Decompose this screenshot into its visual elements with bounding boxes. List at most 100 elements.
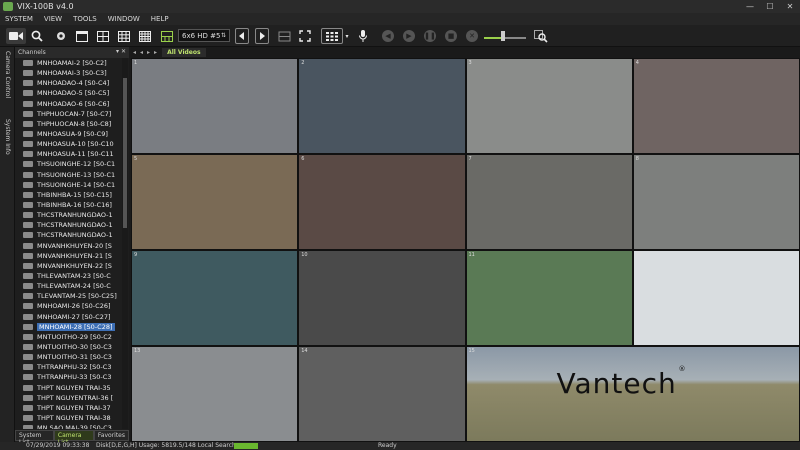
menu-view[interactable]: VIEW xyxy=(39,15,68,23)
channel-item[interactable]: MNHOAMI-27 [S0-C27] xyxy=(15,312,121,322)
video-cell[interactable]: 4 xyxy=(633,59,799,153)
channel-item[interactable]: THTRANPHU-33 [S0-C3 xyxy=(15,372,121,382)
tab-next-icon[interactable]: ▸ xyxy=(145,49,152,56)
camera-icon xyxy=(23,171,33,178)
panel-tab[interactable]: Camera List xyxy=(53,430,94,446)
channel-item[interactable]: MNVANHKHUYEN-21 [S xyxy=(15,251,121,261)
video-cell[interactable]: 13 xyxy=(132,347,298,441)
channel-item[interactable]: MNHOADAO-4 [S0-C4] xyxy=(15,78,121,88)
fullscreen-icon[interactable] xyxy=(297,28,313,44)
channel-scrollbar-thumb[interactable] xyxy=(123,78,127,228)
channel-item[interactable]: THCSTRANHUNGDAO-1 xyxy=(15,210,121,220)
tab-prev-icon[interactable]: ◂ xyxy=(138,49,145,56)
layout-custom-icon[interactable] xyxy=(159,28,175,44)
camera-icon xyxy=(23,384,33,391)
grid-options-caret-icon[interactable]: ▾ xyxy=(343,28,351,44)
channel-item[interactable]: THBINHBA-16 [S0-C16] xyxy=(15,200,121,210)
channel-item[interactable]: THSUOINGHE-14 [S0-C1 xyxy=(15,180,121,190)
panel-tab[interactable]: System List xyxy=(15,430,54,446)
menu-help[interactable]: HELP xyxy=(146,15,175,23)
playback-play-icon[interactable]: ▶ xyxy=(403,30,415,42)
layout-3x3-icon[interactable] xyxy=(116,28,132,44)
channel-item[interactable]: MNVANHKHUYEN-20 [S xyxy=(15,241,121,251)
layout-1x1-icon[interactable] xyxy=(74,28,90,44)
video-cell[interactable]: 5 xyxy=(132,155,298,249)
layout-2x2-icon[interactable] xyxy=(95,28,111,44)
menu-tools[interactable]: TOOLS xyxy=(68,15,103,23)
menu-system[interactable]: SYSTEM xyxy=(0,15,39,23)
channel-item[interactable]: MNHOAMAI-2 [S0-C2] xyxy=(15,58,121,68)
tab-all-videos[interactable]: All Videos xyxy=(162,48,206,57)
channel-item[interactable]: THPT NGUYENTRAI-36 [ xyxy=(15,393,121,403)
channel-item[interactable]: THTRANPHU-32 [S0-C3 xyxy=(15,362,121,372)
video-cell[interactable]: 12 xyxy=(633,251,799,345)
channel-item[interactable]: MN SAO MAI-39 [S0-C3 xyxy=(15,423,121,429)
video-cell[interactable]: 10 xyxy=(299,251,465,345)
channel-item[interactable]: THCSTRANHUNGDAO-1 xyxy=(15,230,121,240)
video-cell[interactable]: 7 xyxy=(466,155,632,249)
channel-item[interactable]: THPT NGUYEN TRAI-37 xyxy=(15,403,121,413)
panel-tab[interactable]: Favorites xyxy=(93,430,129,441)
channel-item[interactable]: THPT NGUYEN TRAI-35 xyxy=(15,383,121,393)
playback-pause-icon[interactable]: ❚❚ xyxy=(424,30,436,42)
video-cell[interactable]: 14 xyxy=(299,347,465,441)
channel-item[interactable]: MNHOASUA-10 [S0-C10 xyxy=(15,139,121,149)
playback-rewind-icon[interactable]: ◀ xyxy=(382,30,394,42)
playback-close-icon[interactable]: ✕ xyxy=(466,30,478,42)
grid-options-button[interactable] xyxy=(321,28,343,44)
sequence-icon[interactable] xyxy=(276,28,292,44)
video-cell[interactable]: 11 xyxy=(466,251,632,345)
video-cell[interactable]: 8 xyxy=(633,155,799,249)
video-cell[interactable]: 3 xyxy=(466,59,632,153)
channel-item[interactable]: MNHOAMAI-3 [S0-C3] xyxy=(15,68,121,78)
camera-icon[interactable] xyxy=(6,28,26,44)
channel-scrollbar[interactable] xyxy=(122,58,128,429)
camera-icon xyxy=(23,60,33,67)
channel-item[interactable]: MNHOASUA-11 [S0-C11 xyxy=(15,149,121,159)
tab-camera-control[interactable]: Camera Control xyxy=(2,51,13,113)
video-cell[interactable]: 6 xyxy=(299,155,465,249)
channel-item[interactable]: MNHOADAO-5 [S0-C5] xyxy=(15,88,121,98)
playback-stop-icon[interactable]: ■ xyxy=(445,30,457,42)
channel-item[interactable]: MNTUOITHO-31 [S0-C3 xyxy=(15,352,121,362)
video-cell[interactable]: 2 xyxy=(299,59,465,153)
minimize-icon[interactable]: — xyxy=(740,0,760,13)
menu-window[interactable]: WINDOW xyxy=(103,15,146,23)
tab-system-info[interactable]: System Info xyxy=(2,119,13,169)
layout-select[interactable]: 6x6 HD #5 ⇅ xyxy=(178,29,230,42)
previous-page-button[interactable] xyxy=(235,28,249,44)
channel-item[interactable]: MNHOAMI-26 [S0-C26] xyxy=(15,301,121,311)
channel-item[interactable]: MNHOAMI-28 [S0-C28] xyxy=(15,322,121,332)
close-icon[interactable]: ✕ xyxy=(780,0,800,13)
channel-item[interactable]: TLEVANTAM-25 [S0-C25] xyxy=(15,291,121,301)
search-icon[interactable] xyxy=(29,28,45,44)
channel-item[interactable]: THPHUOCAN-7 [S0-C7] xyxy=(15,109,121,119)
channel-item[interactable]: THBINHBA-15 [S0-C15] xyxy=(15,190,121,200)
zoom-search-icon[interactable] xyxy=(533,28,549,44)
channel-item[interactable]: THSUOINGHE-12 [S0-C1 xyxy=(15,159,121,169)
channel-item[interactable]: THPT NGUYEN TRAI-38 xyxy=(15,413,121,423)
volume-slider[interactable] xyxy=(484,30,526,42)
status-datetime: 07/29/2019 09:33:38 xyxy=(26,442,90,449)
video-cell[interactable]: 9 xyxy=(132,251,298,345)
volume-slider-thumb[interactable] xyxy=(500,31,505,41)
channel-item[interactable]: MNTUOITHO-30 [S0-C3 xyxy=(15,342,121,352)
channel-item[interactable]: MNHOASUA-9 [S0-C9] xyxy=(15,129,121,139)
channel-item[interactable]: THPHUOCAN-8 [S0-C8] xyxy=(15,119,121,129)
tab-last-icon[interactable]: ▸ xyxy=(152,49,159,56)
channel-item[interactable]: MNVANHKHUYEN-22 [S xyxy=(15,261,121,271)
channel-item[interactable]: MNHOADAO-6 [S0-C6] xyxy=(15,99,121,109)
gear-icon[interactable] xyxy=(53,28,69,44)
next-page-button[interactable] xyxy=(255,28,269,44)
channel-item[interactable]: THCSTRANHUNGDAO-1 xyxy=(15,220,121,230)
maximize-icon[interactable]: ☐ xyxy=(760,0,780,13)
channel-item[interactable]: MNTUOITHO-29 [S0-C2 xyxy=(15,332,121,342)
channel-item[interactable]: THSUOINGHE-13 [S0-C1 xyxy=(15,170,121,180)
microphone-icon[interactable] xyxy=(356,28,370,44)
channel-item[interactable]: THLEVANTAM-24 [S0-C xyxy=(15,281,121,291)
channel-item[interactable]: THLEVANTAM-23 [S0-C xyxy=(15,271,121,281)
video-cell[interactable]: 1 xyxy=(132,59,298,153)
tab-first-icon[interactable]: ◂ xyxy=(131,49,138,56)
layout-4x4-icon[interactable] xyxy=(137,28,153,44)
panel-controls[interactable]: ▾ ✕ xyxy=(116,48,126,55)
